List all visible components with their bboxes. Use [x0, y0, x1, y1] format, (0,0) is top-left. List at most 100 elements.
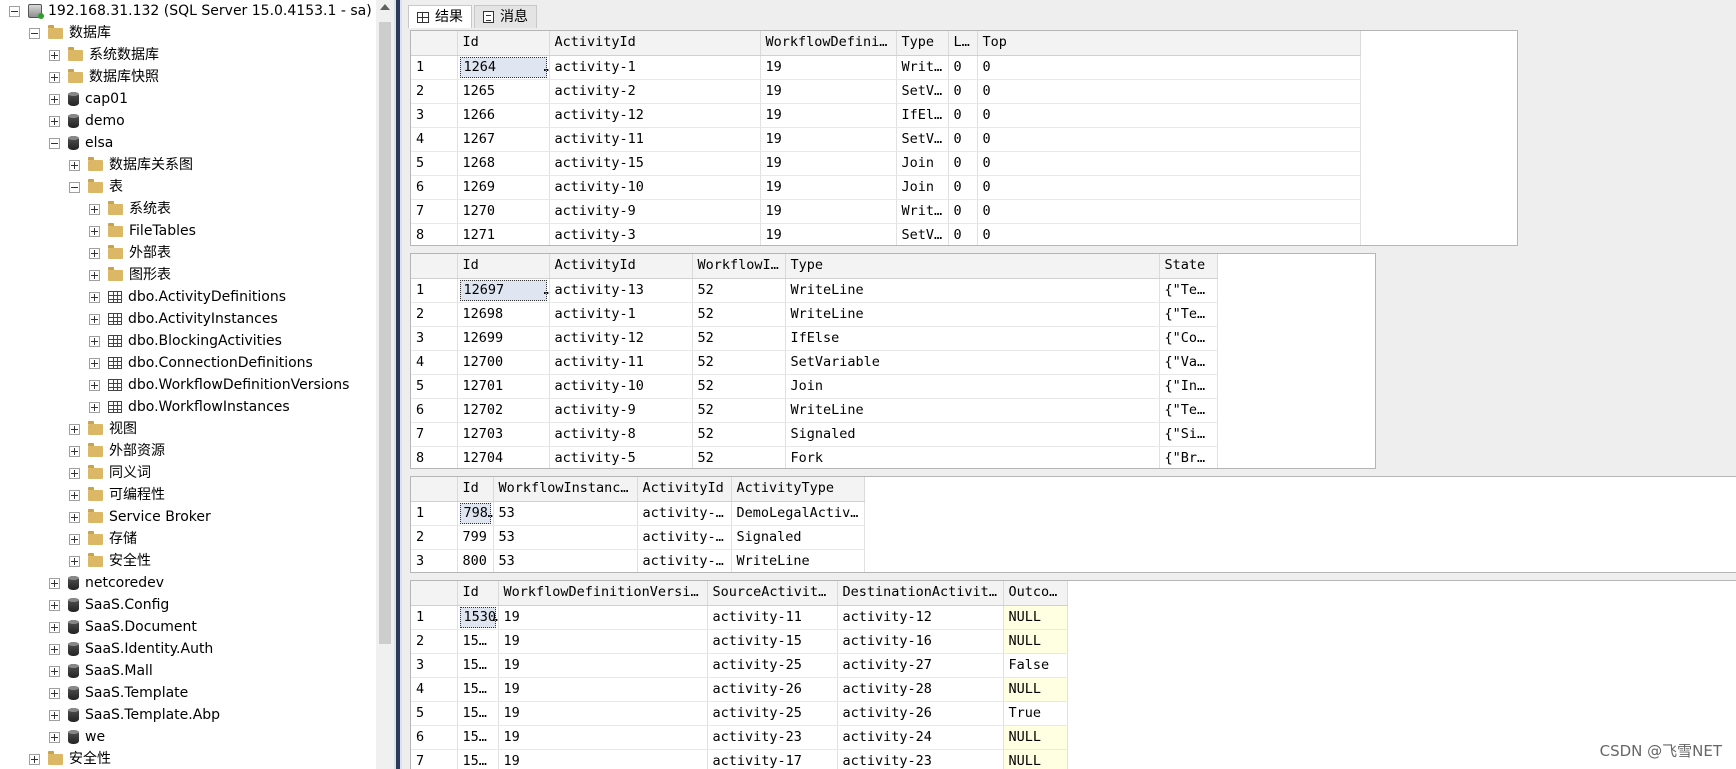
tree-node[interactable]: 视图 [69, 418, 137, 440]
row-number[interactable]: 6 [411, 398, 458, 423]
table-row[interactable]: 112697activity-1352WriteLine{"TextExpres… [411, 278, 1218, 303]
table-cell[interactable]: 0 [977, 223, 1361, 245]
tree-node[interactable]: SaaS.Mall [49, 660, 153, 682]
table-cell[interactable]: 19 [498, 701, 708, 726]
table-cell[interactable]: 19 [498, 629, 708, 654]
expand-icon[interactable] [49, 115, 60, 127]
table-cell[interactable]: activity-5 [549, 446, 693, 468]
table-cell[interactable]: activity-21 [637, 549, 732, 572]
table-cell[interactable]: 19 [760, 127, 897, 152]
table-cell[interactable]: {"InboundTransitions":[],"Mode":1,"Name"… [1159, 374, 1218, 399]
result-grid-connection-definitions[interactable]: Id WorkflowDefinitionVersionId SourceActiv… [410, 580, 1736, 769]
table-cell[interactable]: 0 [977, 175, 1361, 200]
table-cell[interactable]: activity-11 [549, 350, 693, 375]
table-cell[interactable]: activity-18 [637, 525, 732, 550]
tree-node[interactable]: Service Broker [69, 506, 211, 528]
scrollbar-thumb[interactable] [379, 22, 391, 644]
column-header[interactable]: Id [457, 477, 494, 502]
table-row[interactable]: 312699activity-1252IfElse{"ConditionExpr… [411, 326, 1218, 351]
explorer-scrollbar[interactable] [376, 0, 394, 769]
table-cell[interactable]: {"TextExpression":{"Syntax":"Literal","E… [1159, 278, 1218, 303]
table-cell[interactable]: activity-17 [707, 749, 838, 769]
tree-node[interactable]: SaaS.Template.Abp [49, 704, 220, 726]
table-cell[interactable]: 0 [977, 103, 1361, 128]
result-grid-activity-definitions[interactable]: IdActivityIdWorkflowDefinitionVersionIdT… [410, 30, 1518, 246]
table-row[interactable]: 41267activity-1119SetVariable00{"Variabl… [411, 127, 1361, 152]
table-cell[interactable]: False [1003, 653, 1068, 678]
table-cell[interactable]: activity-15 [549, 151, 761, 176]
expand-icon[interactable] [49, 687, 60, 699]
column-header[interactable]: ActivityId [549, 254, 693, 279]
table-cell[interactable]: NULL [1003, 605, 1068, 630]
table-cell[interactable]: 19 [760, 103, 897, 128]
table-cell[interactable]: True [1003, 701, 1068, 726]
table-cell[interactable]: activity-1 [549, 302, 693, 327]
tree-node[interactable]: FileTables [89, 220, 196, 242]
table-cell[interactable]: WriteLine [785, 278, 1160, 303]
table-cell[interactable]: 19 [760, 151, 897, 176]
table-cell[interactable]: activity-9 [549, 398, 693, 423]
table-cell[interactable]: 1533 [457, 677, 499, 702]
table-cell[interactable]: 52 [692, 398, 786, 423]
table-cell[interactable]: activity-10 [549, 175, 761, 200]
tree-node[interactable]: 数据库关系图 [69, 154, 193, 176]
expand-icon[interactable] [49, 621, 60, 633]
table-cell[interactable]: Join [896, 175, 949, 200]
table-row[interactable]: 7 1536 19 activity-17 activity-23 NULL [411, 749, 1068, 769]
table-cell[interactable]: 0 [977, 79, 1361, 104]
tree-node[interactable]: dbo.WorkflowDefinitionVersions [89, 374, 349, 396]
table-cell[interactable]: 12702 [457, 398, 550, 423]
table-cell[interactable]: activity-12 [837, 605, 1004, 630]
table-cell[interactable]: 53 [493, 525, 638, 550]
table-cell[interactable]: 1266 [457, 103, 550, 128]
tree-node[interactable]: demo [49, 110, 125, 132]
table-cell[interactable]: activity-9 [549, 199, 761, 224]
grid-corner-cell[interactable] [411, 581, 458, 606]
table-cell[interactable]: 1271 [457, 223, 550, 245]
column-header[interactable]: WorkflowInstanceId [692, 254, 786, 279]
expand-icon[interactable] [69, 533, 80, 545]
table-cell[interactable]: 0 [948, 151, 978, 176]
column-header[interactable]: WorkflowDefinitionVersionId [760, 31, 897, 56]
table-row[interactable]: 2 799 53 activity-18 Signaled [411, 525, 865, 550]
table-cell[interactable]: activity-23 [837, 749, 1004, 769]
table-cell[interactable]: 53 [493, 549, 638, 572]
tree-node[interactable]: cap01 [49, 88, 128, 110]
expand-icon[interactable] [89, 379, 100, 391]
column-header[interactable]: SourceActivityId [707, 581, 838, 606]
table-cell[interactable]: 19 [498, 677, 708, 702]
column-header[interactable]: Top [977, 31, 1361, 56]
row-number[interactable]: 1 [411, 501, 458, 526]
tree-node[interactable]: 外部表 [89, 242, 171, 264]
expand-icon[interactable] [89, 291, 100, 303]
table-row[interactable]: 3 800 53 activity-21 WriteLine [411, 549, 865, 572]
table-row[interactable]: 212698activity-152WriteLine{"TextExpress… [411, 302, 1218, 327]
table-cell[interactable]: activity-11 [549, 127, 761, 152]
row-number[interactable]: 4 [411, 350, 458, 375]
table-row[interactable]: 412700activity-1152SetVariable{"Variable… [411, 350, 1218, 375]
row-number[interactable]: 2 [411, 79, 458, 104]
expand-icon[interactable] [69, 423, 80, 435]
table-cell[interactable]: activity-1 [549, 55, 761, 80]
table-cell[interactable]: 12699 [457, 326, 550, 351]
table-row[interactable]: 61269activity-1019Join00{"InboundTransit… [411, 175, 1361, 200]
expand-icon[interactable] [49, 709, 60, 721]
expand-icon[interactable] [49, 577, 60, 589]
expand-icon[interactable] [49, 49, 60, 61]
table-row[interactable]: 712703activity-852Signaled{"Signal":{"Sy… [411, 422, 1218, 447]
expand-icon[interactable] [89, 269, 100, 281]
table-cell[interactable]: {"VariableName":"Approved_v0001","ValueE… [1159, 350, 1218, 375]
result-grid-activity-instances[interactable]: IdActivityIdWorkflowInstanceIdTypeStateO… [410, 253, 1376, 469]
result-grid-blocking-activities[interactable]: Id WorkflowInstanceId ActivityId ActivityTy… [410, 476, 1736, 573]
table-cell[interactable]: 1264 [457, 55, 550, 80]
expand-icon[interactable] [89, 203, 100, 215]
table-cell[interactable]: 1267 [457, 127, 550, 152]
expand-icon[interactable] [49, 643, 60, 655]
expand-icon[interactable] [89, 225, 100, 237]
table-cell[interactable]: activity-26 [837, 701, 1004, 726]
tree-node[interactable]: 系统表 [89, 198, 171, 220]
tree-node[interactable]: 安全性 [69, 550, 151, 572]
table-cell[interactable]: activity-3 [549, 223, 761, 245]
tab-results[interactable]: 结果 [408, 5, 472, 28]
table-row[interactable]: 81271activity-319SetVariable00{"Variable… [411, 223, 1361, 245]
